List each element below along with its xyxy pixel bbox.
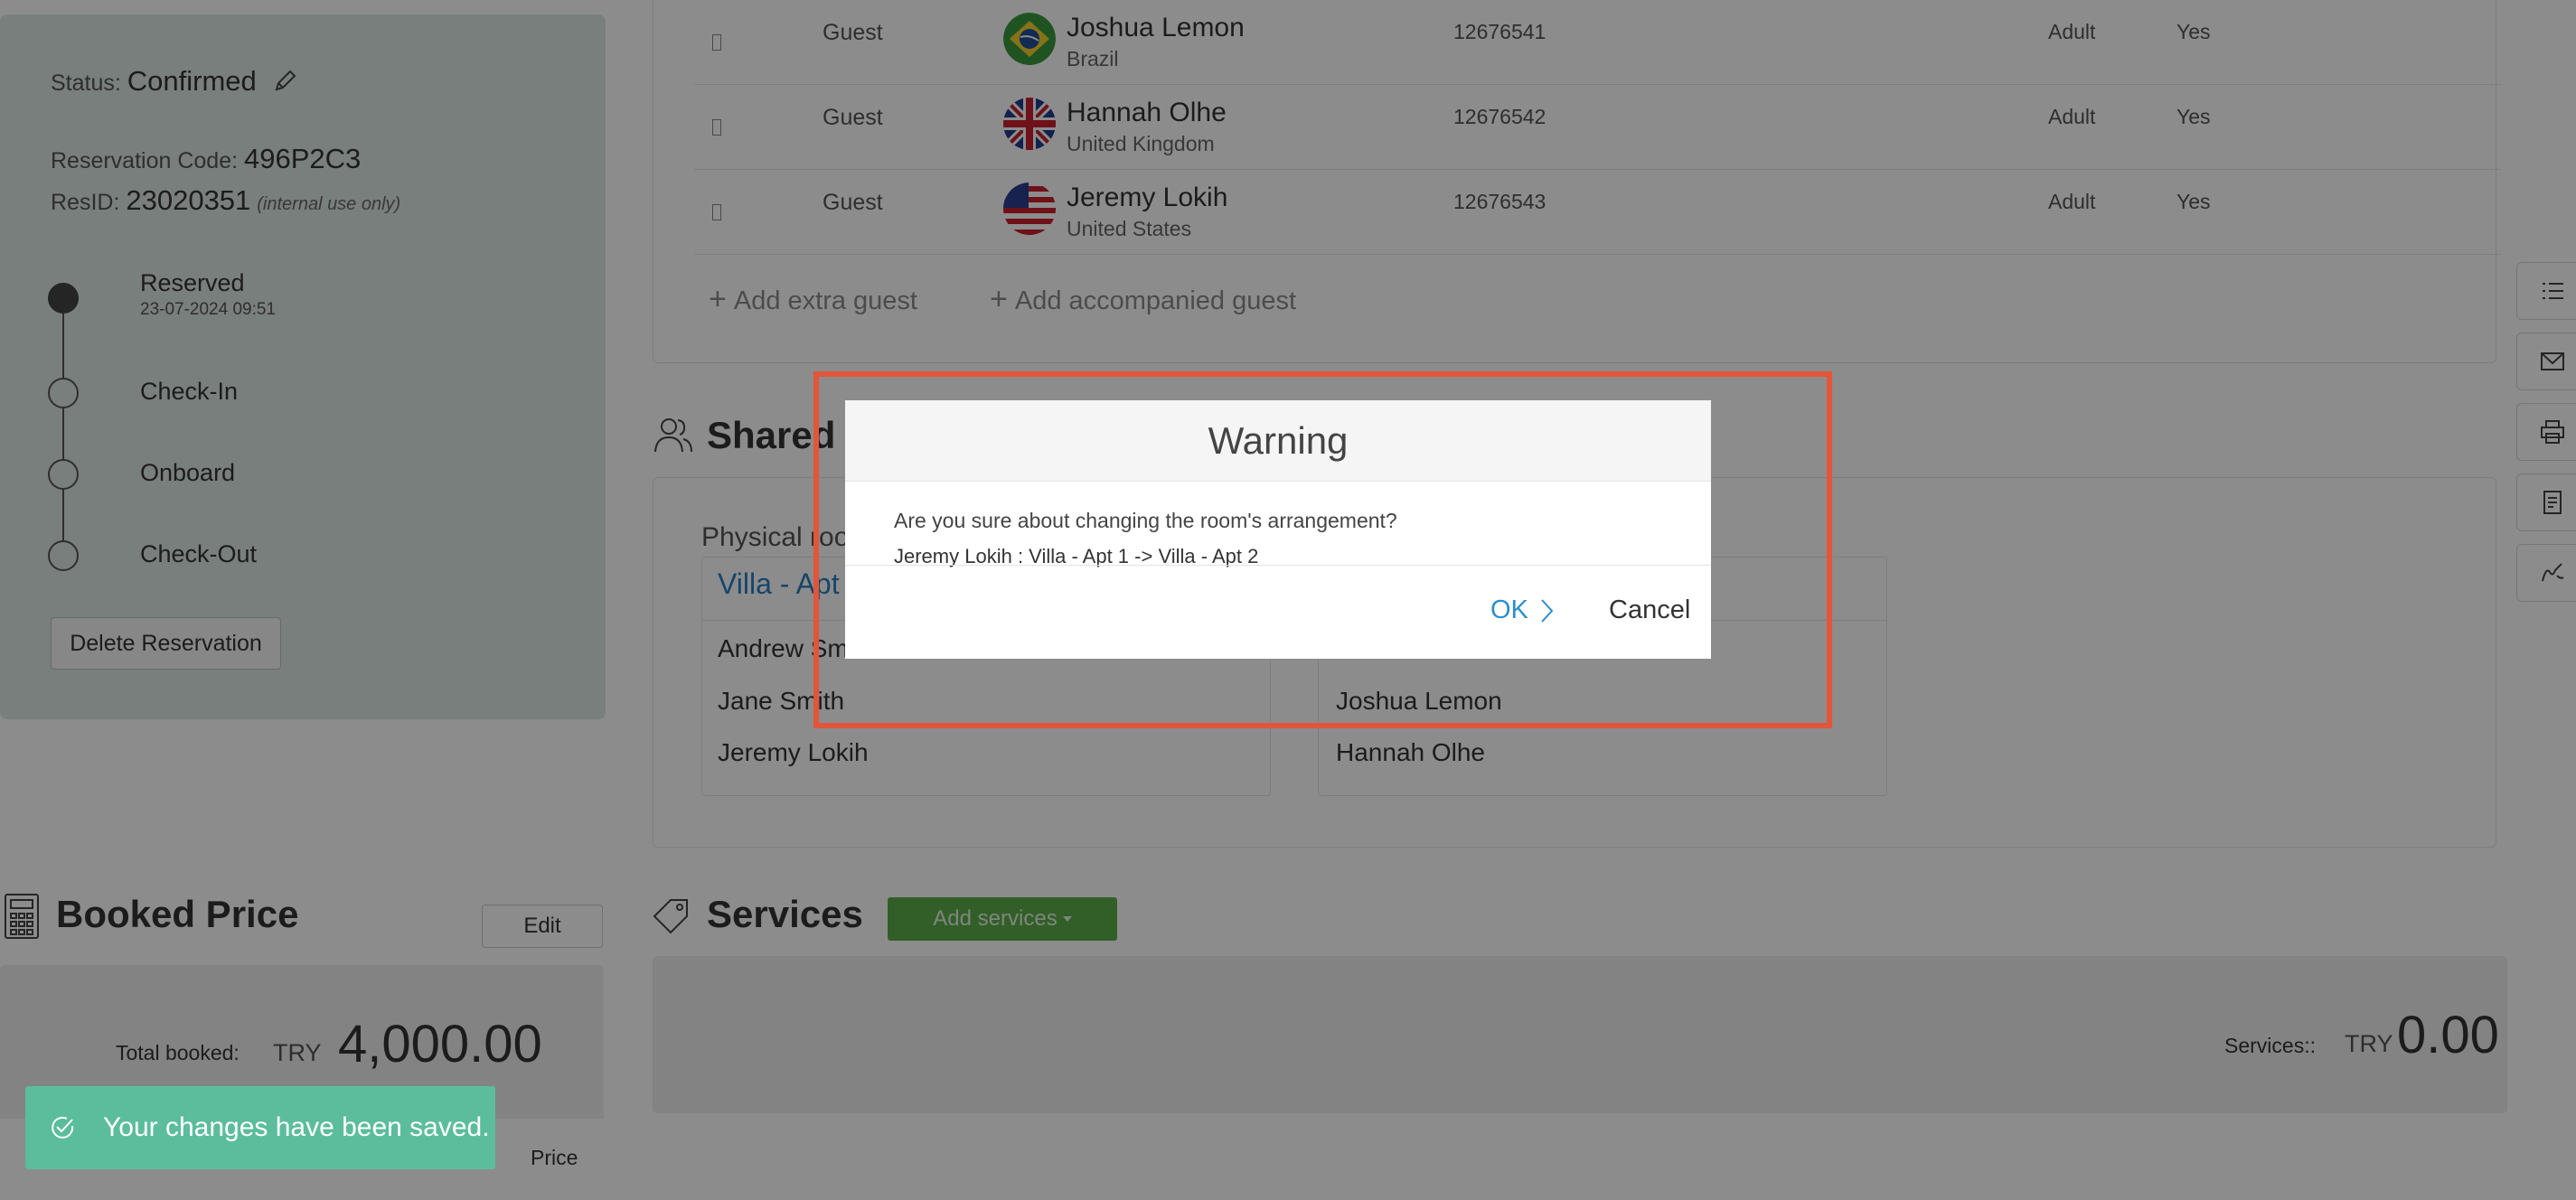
dialog-title: Warning — [845, 400, 1711, 482]
chevron-right-icon — [1541, 598, 1554, 623]
cancel-button[interactable]: Cancel — [1609, 595, 1690, 625]
success-toast[interactable]: Your changes have been saved. — [25, 1086, 495, 1169]
ok-button[interactable]: OK — [1490, 595, 1556, 625]
check-circle-icon — [52, 1116, 74, 1139]
dialog-divider — [845, 565, 1711, 566]
warning-dialog: Warning Are you sure about changing the … — [845, 400, 1711, 659]
toast-message: Your changes have been saved. — [103, 1112, 490, 1142]
dialog-message: Are you sure about changing the room's a… — [894, 509, 1397, 532]
